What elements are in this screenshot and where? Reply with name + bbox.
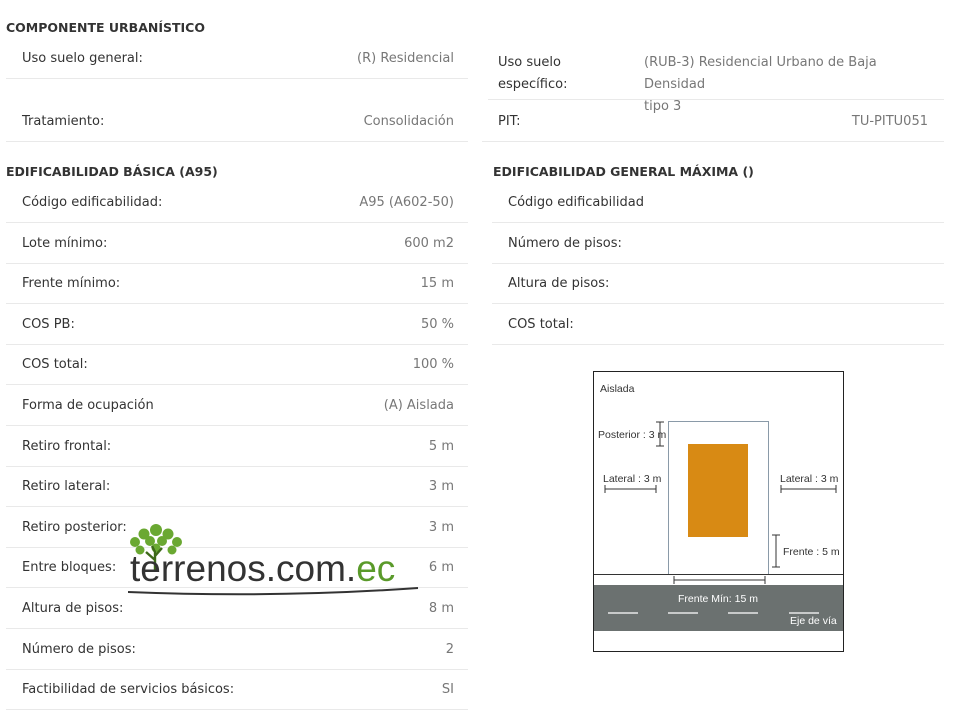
basica-row-value: 15 m bbox=[420, 276, 454, 292]
maxima-row: Altura de pisos: bbox=[492, 264, 944, 305]
basica-row-value: 5 m bbox=[428, 438, 454, 454]
diagram-lateral-left-label: Lateral : 3 m bbox=[603, 473, 662, 485]
basica-row-label: Retiro frontal: bbox=[22, 438, 112, 454]
basica-row-value: 2 bbox=[445, 641, 454, 657]
maxima-row: Código edificabilidad bbox=[492, 183, 944, 223]
pit-value: TU-PITU051 bbox=[851, 114, 928, 129]
basica-row-label: Altura de pisos: bbox=[22, 601, 124, 616]
pit-label: PIT: bbox=[498, 114, 521, 129]
basica-row-label: Entre bloques: bbox=[22, 560, 117, 576]
basica-row: Forma de ocupación (A) Aislada bbox=[6, 386, 468, 426]
basica-row: Factibilidad de servicios básicos: SI bbox=[6, 670, 468, 711]
basica-row-value: 3 m bbox=[428, 519, 454, 535]
ocupacion-diagram: Aislada Posterior : 3 m Lateral : 3 m La… bbox=[593, 371, 844, 652]
basica-row: Frente mínimo: 15 m bbox=[6, 264, 468, 305]
diagram-eje-label: Eje de vía bbox=[790, 615, 837, 627]
uso-suelo-general-row: Uso suelo general: (R) Residencial bbox=[6, 39, 468, 79]
tratamiento-label: Tratamiento: bbox=[22, 114, 105, 129]
terrenos-logo: terrenos.com.ec bbox=[120, 520, 420, 610]
basica-row-label: Código edificabilidad: bbox=[22, 195, 163, 210]
logo-swoosh bbox=[128, 587, 419, 596]
basica-row: COS PB: 50 % bbox=[6, 305, 468, 345]
building-footprint bbox=[688, 444, 748, 537]
basica-row-label: COS PB: bbox=[22, 316, 75, 332]
maxima-row: Número de pisos: bbox=[492, 224, 944, 264]
uso-suelo-especifico-row: Uso suelo específico: (RUB-3) Residencia… bbox=[488, 44, 944, 114]
maxima-row-label: COS total: bbox=[508, 316, 574, 332]
basica-row: Código edificabilidad: A95 (A602-50) bbox=[6, 183, 468, 223]
basica-row: Lote mínimo: 600 m2 bbox=[6, 224, 468, 264]
maxima-row-label: Altura de pisos: bbox=[508, 276, 610, 292]
basica-row: Retiro lateral: 3 m bbox=[6, 467, 468, 508]
basica-row-value: 600 m2 bbox=[404, 235, 454, 251]
diagram-frente-min-label: Frente Mín: 15 m bbox=[678, 593, 758, 605]
basica-row-label: Lote mínimo: bbox=[22, 235, 108, 251]
tratamiento-value: Consolidación bbox=[363, 114, 454, 129]
edificabilidad-basica-title: EDIFICABILIDAD BÁSICA (A95) bbox=[6, 164, 218, 179]
uso-suelo-general-label: Uso suelo general: bbox=[22, 51, 143, 66]
basica-row-value: (A) Aislada bbox=[383, 398, 454, 413]
basica-row-value: 6 m bbox=[428, 560, 454, 576]
componente-title: COMPONENTE URBANÍSTICO bbox=[6, 20, 205, 35]
basica-row-label: COS total: bbox=[22, 357, 88, 373]
diagram-lateral-right-label: Lateral : 3 m bbox=[780, 473, 839, 485]
logo-wordmark: terrenos.com.ec bbox=[130, 548, 396, 589]
basica-row-label: Retiro posterior: bbox=[22, 519, 127, 535]
basica-row-label: Factibilidad de servicios básicos: bbox=[22, 682, 235, 698]
diagram-frente-label: Frente : 5 m bbox=[783, 546, 840, 558]
diagram-posterior-label: Posterior : 3 m bbox=[598, 429, 667, 441]
basica-row: Número de pisos: 2 bbox=[6, 630, 468, 670]
basica-row-value: 8 m bbox=[428, 601, 454, 616]
pit-row: PIT: TU-PITU051 bbox=[482, 102, 944, 142]
uso-suelo-general-value: (R) Residencial bbox=[357, 51, 454, 66]
basica-row-label: Forma de ocupación bbox=[22, 398, 154, 413]
basica-row: Retiro frontal: 5 m bbox=[6, 427, 468, 467]
basica-row-value: SI bbox=[441, 682, 454, 698]
basica-row-value: 50 % bbox=[420, 316, 454, 332]
basica-row-label: Retiro lateral: bbox=[22, 479, 111, 495]
maxima-row-label: Número de pisos: bbox=[508, 235, 622, 251]
basica-row-label: Frente mínimo: bbox=[22, 276, 121, 292]
basica-row-value: 100 % bbox=[412, 357, 454, 373]
basica-row-label: Número de pisos: bbox=[22, 641, 136, 657]
tratamiento-row: Tratamiento: Consolidación bbox=[6, 102, 468, 142]
basica-row: COS total: 100 % bbox=[6, 345, 468, 386]
basica-row-value: A95 (A602-50) bbox=[359, 195, 454, 210]
maxima-row: COS total: bbox=[492, 305, 944, 345]
diagram-aislada-label: Aislada bbox=[600, 383, 635, 395]
basica-row-value: 3 m bbox=[428, 479, 454, 495]
edificabilidad-maxima-title: EDIFICABILIDAD GENERAL MÁXIMA () bbox=[493, 164, 754, 179]
uso-suelo-especifico-label: Uso suelo específico: bbox=[498, 55, 568, 92]
maxima-row-label: Código edificabilidad bbox=[508, 195, 644, 210]
